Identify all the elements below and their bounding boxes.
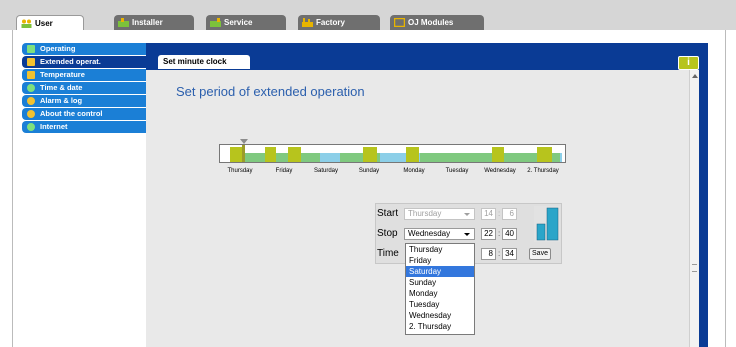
thermometer-icon: [27, 71, 35, 79]
chevron-down-icon: [464, 213, 470, 216]
factory-icon: [302, 18, 313, 27]
tab-oj-modules[interactable]: OJ Modules: [390, 15, 484, 30]
dropdown-option[interactable]: Sunday: [406, 277, 474, 288]
sidebar-item-label: Time & date: [40, 83, 83, 92]
start-day-value: Thursday: [408, 209, 442, 218]
start-minute-field: 6: [502, 208, 517, 220]
dropdown-option[interactable]: Saturday: [406, 266, 474, 277]
timeline-day-label: Wednesday: [484, 168, 516, 174]
stop-label: Stop: [377, 228, 398, 239]
timeline-period-bar: [245, 153, 320, 162]
start-day-select: Thursday: [404, 208, 475, 220]
hourglass-icon: [27, 58, 35, 66]
users-icon: [21, 19, 32, 28]
info-button[interactable]: i: [678, 56, 699, 70]
sidebar-item-alarm-log[interactable]: Alarm & log: [22, 95, 146, 107]
sidebar-item-label: Alarm & log: [40, 96, 83, 105]
week-timeline: [219, 144, 566, 163]
sidebar-item-label: Operating: [40, 44, 76, 53]
scroll-up-arrow-icon[interactable]: [692, 74, 698, 78]
clock-icon: [27, 84, 35, 92]
alarm-bell-icon: [27, 97, 35, 105]
tab-oj-modules-label: OJ Modules: [408, 18, 454, 27]
tab-user-label: User: [35, 19, 53, 28]
tab-service[interactable]: Service: [206, 15, 286, 30]
stop-minute-field[interactable]: 40: [502, 228, 517, 240]
dropdown-option[interactable]: Wednesday: [406, 310, 474, 321]
save-button[interactable]: Save: [529, 248, 551, 260]
stop-day-value: Wednesday: [408, 229, 451, 238]
tab-service-label: Service: [224, 18, 253, 27]
installer-icon: [118, 18, 129, 27]
page-title: Set period of extended operation: [176, 84, 365, 99]
timeline-period-bar: [537, 147, 552, 162]
dropdown-option[interactable]: 2. Thursday: [406, 321, 474, 332]
dropdown-option[interactable]: Monday: [406, 288, 474, 299]
timeline-day-label: Friday: [275, 168, 293, 174]
vertical-scrollbar[interactable]: [689, 70, 699, 347]
chevron-down-icon[interactable]: [464, 233, 470, 236]
timeline-day-label: Tuesday: [445, 168, 469, 174]
level-indicator-icon: [534, 206, 560, 242]
timeline-period-bar: [265, 147, 276, 162]
start-hour-field: 14: [481, 208, 496, 220]
tab-factory[interactable]: Factory: [298, 15, 380, 30]
sidebar-item-label: Internet: [40, 122, 68, 131]
time-separator: :: [498, 229, 501, 238]
sidebar-menu: Operating Extended operat. Temperature T…: [22, 43, 146, 134]
question-icon: [27, 110, 35, 118]
tab-installer[interactable]: Installer: [114, 15, 194, 30]
sidebar-item-label: Temperature: [40, 70, 85, 79]
time-separator: :: [498, 209, 501, 218]
timeline-period-bar: [288, 147, 301, 162]
timeline-period-bar: [492, 147, 504, 162]
sidebar-item-about[interactable]: About the control: [22, 108, 146, 120]
stop-day-dropdown-list[interactable]: Thursday Friday Saturday Sunday Monday T…: [405, 243, 475, 335]
start-label: Start: [377, 208, 399, 219]
globe-icon: [27, 123, 35, 131]
dropdown-option[interactable]: Tuesday: [406, 299, 474, 310]
time-minute-field[interactable]: 34: [502, 248, 517, 260]
operating-icon: [27, 45, 35, 53]
stop-hour-field[interactable]: 22: [481, 228, 496, 240]
sidebar-item-extended-operation[interactable]: Extended operat.: [22, 56, 146, 68]
tab-factory-label: Factory: [316, 18, 345, 27]
time-hour-field[interactable]: 8: [481, 248, 496, 260]
sidebar-item-internet[interactable]: Internet: [22, 121, 146, 133]
timeline-day-label: Sunday: [358, 168, 380, 174]
time-label: Time: [377, 248, 399, 259]
service-icon: [210, 18, 221, 27]
timeline-period-bar: [406, 147, 419, 162]
time-separator: :: [498, 249, 501, 258]
sidebar-item-label: About the control: [40, 109, 103, 118]
sidebar-item-temperature[interactable]: Temperature: [22, 69, 146, 81]
scroll-grip-icon[interactable]: [692, 264, 697, 272]
modules-icon: [394, 18, 405, 27]
dropdown-option[interactable]: Thursday: [406, 244, 474, 255]
tab-installer-label: Installer: [132, 18, 163, 27]
timeline-period-bar: [363, 147, 377, 162]
sidebar-item-label: Extended operat.: [40, 57, 101, 66]
stop-day-select[interactable]: Wednesday: [404, 228, 475, 240]
timeline-day-label: Thursday: [227, 168, 253, 174]
sidebar-item-time-date[interactable]: Time & date: [22, 82, 146, 94]
timeline-day-label: Monday: [403, 168, 425, 174]
tab-set-minute-clock[interactable]: Set minute clock: [158, 55, 250, 69]
dropdown-option[interactable]: Friday: [406, 255, 474, 266]
timeline-day-label: 2. Thursday: [527, 168, 559, 174]
timeline-day-label: Saturday: [313, 168, 339, 174]
sidebar-item-operating[interactable]: Operating: [22, 43, 146, 55]
timeline-now-marker: [242, 145, 245, 162]
